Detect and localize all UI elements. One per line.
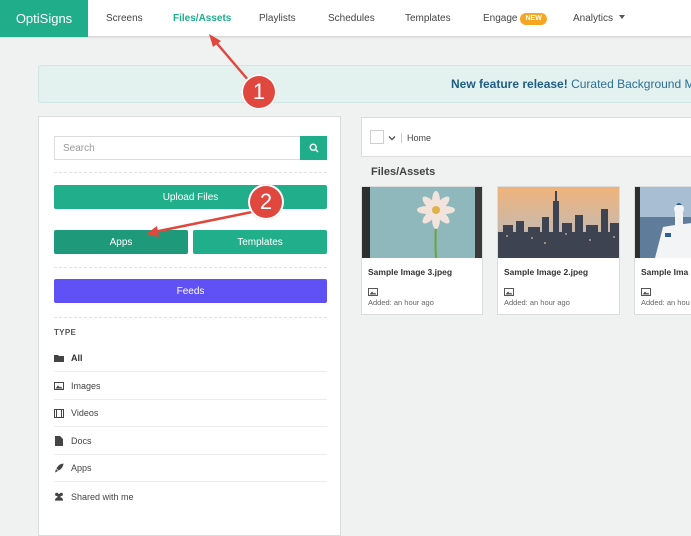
search-icon [308, 143, 319, 153]
annotation-step-1: 1 [241, 74, 277, 110]
chevron-down-icon[interactable] [388, 134, 396, 142]
search-button[interactable] [300, 136, 327, 160]
chevron-down-icon [619, 15, 626, 19]
banner-text[interactable]: New feature release! Curated Background … [451, 77, 691, 91]
document-icon [54, 436, 64, 446]
divider [54, 267, 327, 268]
divider [54, 317, 327, 318]
type-filter-label: Docs [71, 436, 92, 446]
asset-card[interactable]: Sample Ima Added: an hou [634, 186, 691, 315]
select-all-checkbox[interactable] [370, 130, 384, 144]
asset-toolbar: Home [361, 117, 691, 157]
type-filter-docs[interactable]: Docs [54, 428, 327, 455]
nav-engage-label: Engage [483, 13, 518, 24]
filter-sidebar: Upload Files Apps Templates Feeds TYPE A… [38, 116, 341, 536]
asset-thumbnail[interactable] [635, 187, 691, 258]
asset-card[interactable]: Sample Image 3.jpeg Added: an hour ago [361, 186, 483, 315]
asset-added-time: Added: an hou [641, 298, 690, 307]
feature-banner: New feature release! Curated Background … [38, 65, 691, 103]
image-icon [368, 288, 378, 296]
image-icon [54, 381, 64, 391]
nav-files-assets[interactable]: Files/Assets [173, 0, 231, 37]
type-heading: TYPE [54, 328, 77, 337]
nav-schedules[interactable]: Schedules [328, 0, 375, 37]
feeds-button[interactable]: Feeds [54, 279, 327, 303]
section-title: Files/Assets [371, 166, 436, 178]
asset-thumbnail[interactable] [498, 187, 619, 258]
type-filter-apps[interactable]: Apps [54, 455, 327, 482]
type-filter-images[interactable]: Images [54, 373, 327, 400]
apps-button[interactable]: Apps [54, 230, 188, 254]
image-icon [641, 288, 651, 296]
divider [54, 172, 327, 173]
nav-analytics[interactable]: Analytics [573, 0, 626, 37]
divider [401, 133, 402, 143]
nav-engage[interactable]: Engage NEW [483, 0, 547, 37]
nav-playlists[interactable]: Playlists [259, 0, 296, 37]
asset-card[interactable]: Sample Image 2.jpeg Added: an hour ago [497, 186, 620, 315]
type-filter-shared[interactable]: Shared with me [54, 483, 327, 510]
folder-icon [54, 353, 64, 363]
nav-analytics-label: Analytics [573, 13, 614, 24]
search-input[interactable] [54, 136, 300, 160]
type-filter-label: Shared with me [71, 491, 134, 502]
asset-added-time: Added: an hour ago [504, 298, 570, 307]
asset-name: Sample Ima [641, 267, 689, 277]
asset-name: Sample Image 2.jpeg [504, 267, 589, 277]
asset-added-time: Added: an hour ago [368, 298, 434, 307]
top-navigation: OptiSigns Screens Files/Assets Playlists… [0, 0, 691, 37]
breadcrumb-home[interactable]: Home [407, 133, 431, 143]
image-icon [504, 288, 514, 296]
banner-title: New feature release! [451, 77, 568, 91]
asset-name: Sample Image 3.jpeg [368, 267, 453, 277]
type-filter-label: Images [71, 381, 101, 391]
type-filter-label: Apps [71, 463, 92, 473]
asset-thumbnail[interactable] [362, 187, 482, 258]
banner-link[interactable]: Curated Background Music [571, 77, 691, 91]
type-filter-videos[interactable]: Videos [54, 400, 327, 427]
annotation-step-2: 2 [248, 184, 284, 220]
type-filter-label: All [71, 353, 83, 363]
nav-screens[interactable]: Screens [106, 0, 143, 37]
users-icon [54, 492, 64, 502]
optisigns-logo[interactable]: OptiSigns [0, 0, 88, 37]
new-badge: NEW [520, 13, 547, 25]
type-filter-label: Videos [71, 408, 99, 418]
upload-files-button[interactable]: Upload Files [54, 185, 327, 209]
type-filter-all[interactable]: All [54, 345, 327, 372]
film-icon [54, 408, 64, 418]
rocket-icon [54, 463, 64, 473]
nav-templates[interactable]: Templates [405, 0, 451, 37]
templates-button[interactable]: Templates [193, 230, 327, 254]
